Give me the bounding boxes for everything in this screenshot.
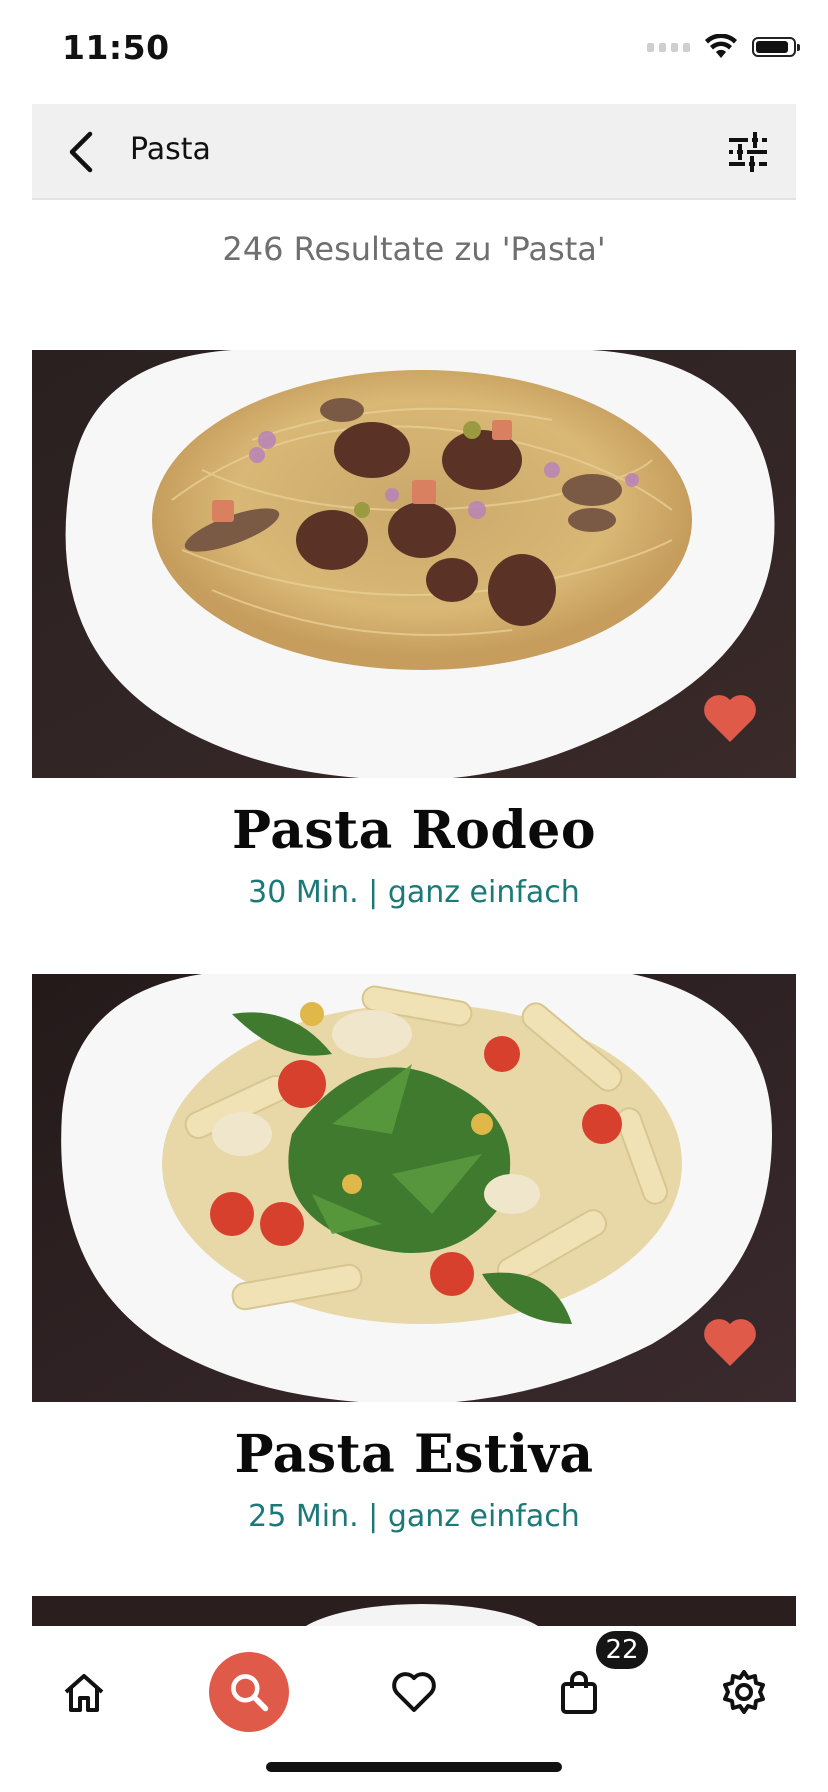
- cart-badge: 22: [596, 1631, 648, 1669]
- search-tab-background: [209, 1652, 289, 1732]
- recipe-card-peek[interactable]: [32, 1596, 796, 1626]
- search-header: Pasta: [32, 104, 796, 200]
- recipe-card[interactable]: Pasta Rodeo 30 Min. | ganz einfach: [32, 350, 796, 910]
- search-icon: [231, 1674, 269, 1712]
- heart-icon[interactable]: [702, 1316, 758, 1368]
- home-indicator: [266, 1762, 562, 1772]
- recipe-image[interactable]: [32, 974, 796, 1402]
- result-count: 246 Resultate zu 'Pasta': [222, 230, 606, 268]
- status-icons: [647, 34, 800, 60]
- wifi-icon: [705, 34, 737, 58]
- heart-icon: [392, 1672, 436, 1712]
- tab-home[interactable]: [42, 1650, 126, 1734]
- tab-bar: 22: [0, 1626, 828, 1792]
- recipe-title[interactable]: Pasta Estiva: [32, 1424, 796, 1485]
- shopping-bag-icon: [561, 1671, 597, 1714]
- gear-icon: [723, 1670, 765, 1714]
- recipe-title[interactable]: Pasta Rodeo: [32, 800, 796, 861]
- page-title: Pasta: [130, 132, 211, 167]
- sliders-icon[interactable]: [728, 132, 768, 172]
- recipe-card[interactable]: Pasta Estiva 25 Min. | ganz einfach: [32, 974, 796, 1534]
- chevron-left-icon[interactable]: [62, 130, 102, 174]
- recipe-meta: 25 Min. | ganz einfach: [248, 1499, 580, 1534]
- cellular-signal-icon: [647, 42, 690, 52]
- tab-search[interactable]: [207, 1650, 291, 1734]
- battery-icon: [752, 37, 800, 57]
- status-bar: 11:50: [0, 0, 828, 100]
- recipe-meta: 30 Min. | ganz einfach: [248, 875, 580, 910]
- home-icon: [64, 1674, 104, 1712]
- heart-icon[interactable]: [702, 692, 758, 744]
- recipe-image[interactable]: [32, 350, 796, 778]
- tab-favorites[interactable]: [372, 1650, 456, 1734]
- tab-settings[interactable]: [702, 1650, 786, 1734]
- status-time: 11:50: [62, 28, 170, 67]
